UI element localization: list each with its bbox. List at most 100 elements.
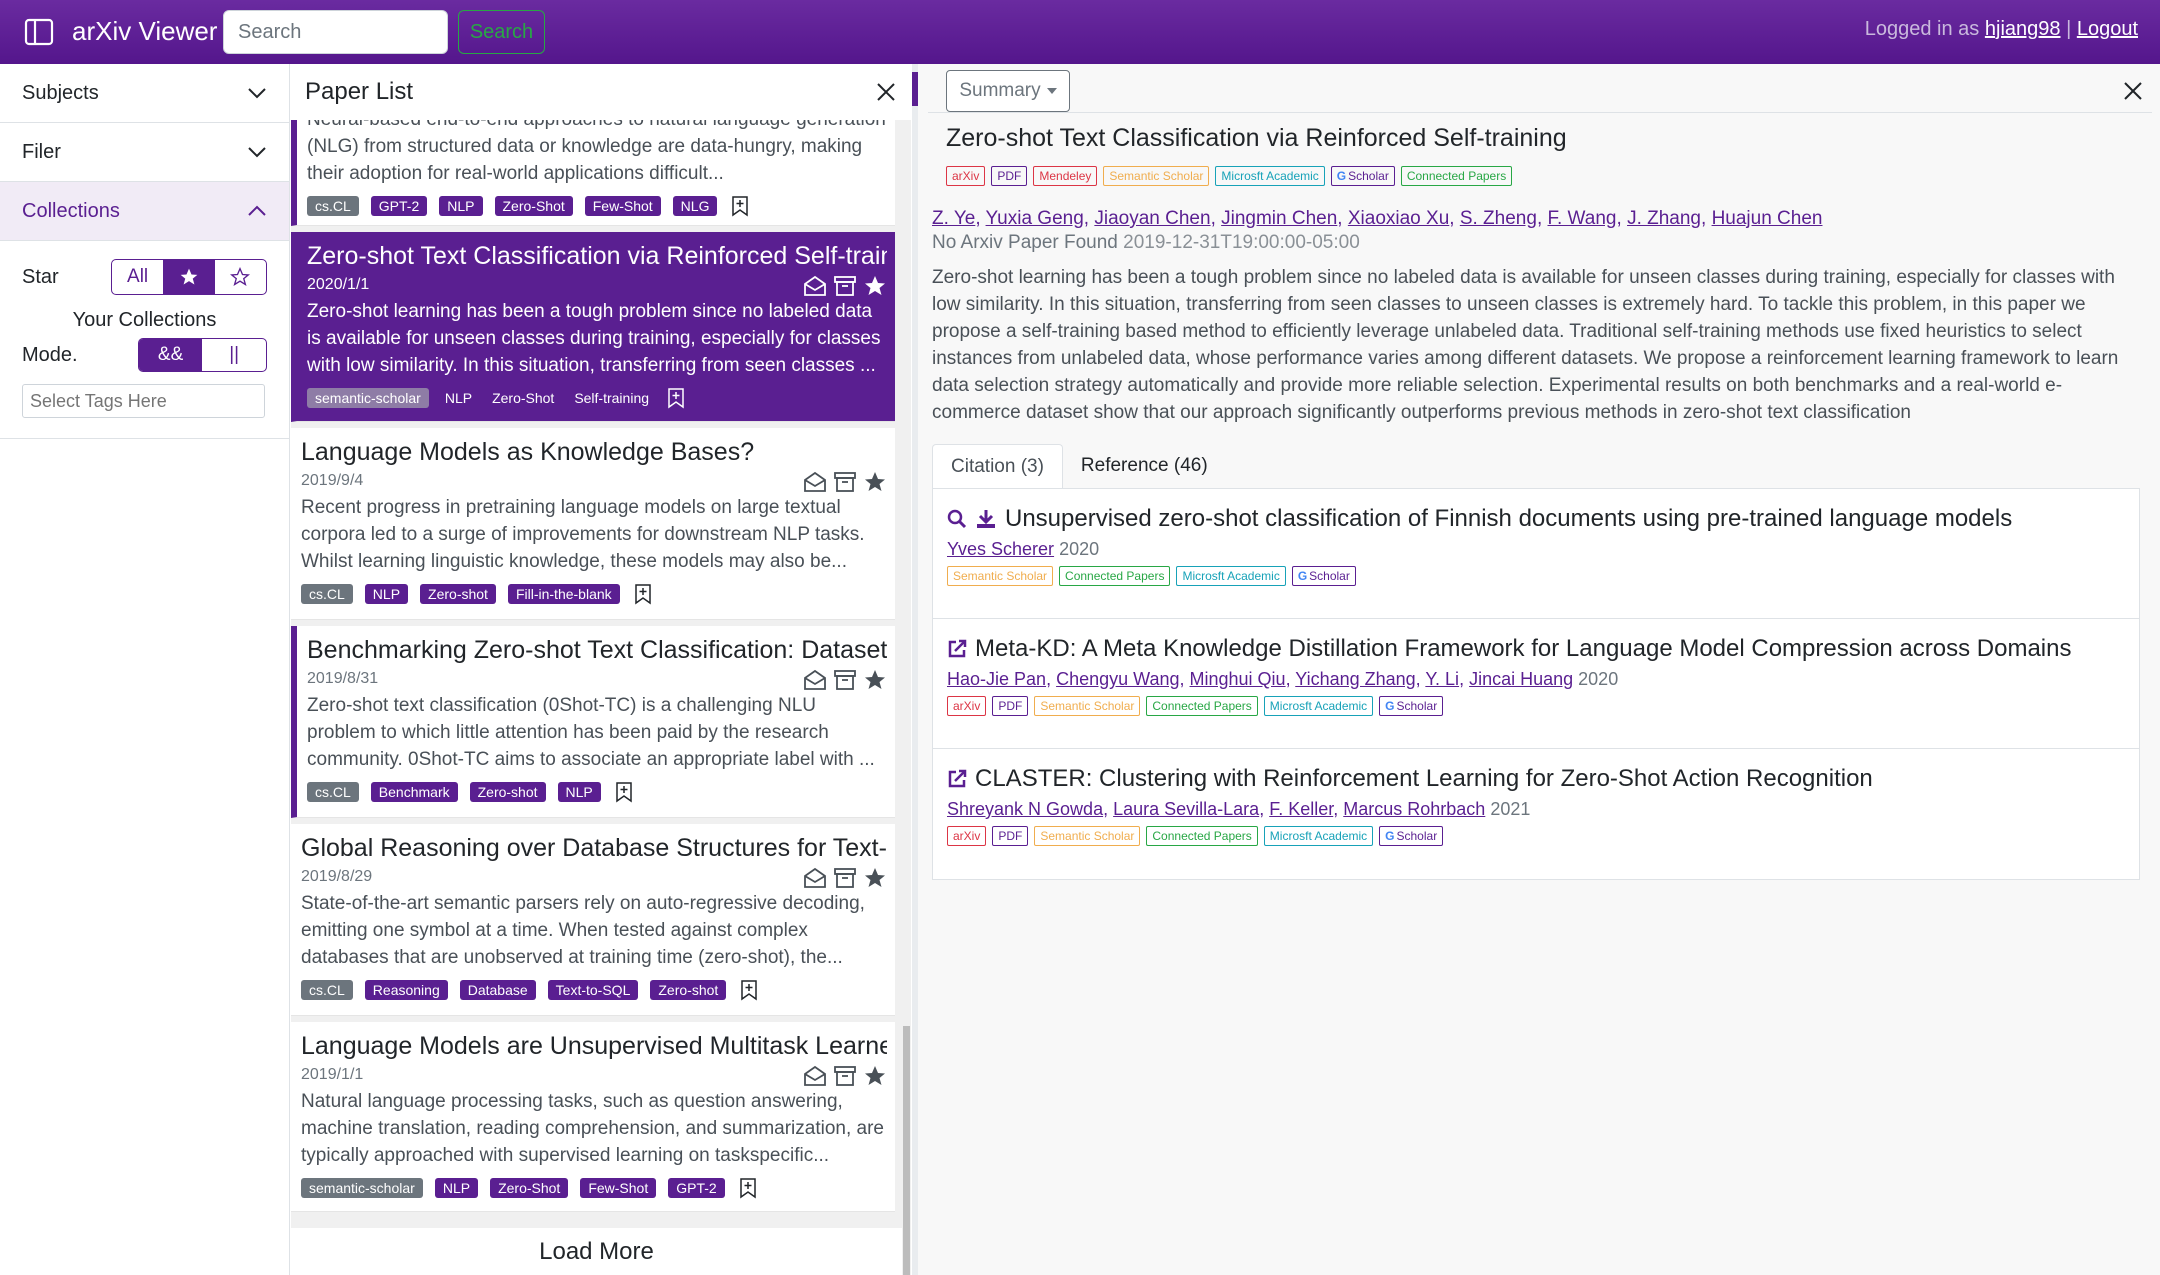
sidebar-toggle-icon[interactable] xyxy=(24,18,54,46)
author-link[interactable]: Huajun Chen xyxy=(1712,208,1823,229)
author-link[interactable]: F. Wang xyxy=(1548,208,1617,229)
star-filter-all[interactable]: All xyxy=(112,260,163,294)
add-tag-icon[interactable] xyxy=(665,387,687,409)
mail-icon[interactable] xyxy=(803,866,827,890)
paper-card[interactable]: Global Reasoning over Database Structure… xyxy=(291,824,895,1016)
add-tag-icon[interactable] xyxy=(738,979,760,1001)
paper-card[interactable]: Benchmarking Zero-shot Text Classificati… xyxy=(291,626,895,818)
author-link[interactable]: Minghui Qiu xyxy=(1190,669,1286,689)
mail-icon[interactable] xyxy=(803,470,827,494)
archive-icon[interactable] xyxy=(833,1064,857,1088)
arxiv-link[interactable]: arXiv xyxy=(947,826,987,846)
microsoft-academic-link[interactable]: Microsft Academic xyxy=(1215,166,1325,186)
citation-title[interactable]: CLASTER: Clustering with Reinforcement L… xyxy=(975,765,1873,793)
tab-reference[interactable]: Reference (46) xyxy=(1063,444,1226,488)
close-icon[interactable] xyxy=(2122,80,2144,102)
tag[interactable]: NLP xyxy=(557,782,601,802)
paper-card[interactable]: Language Models as Knowledge Bases? 2019… xyxy=(291,428,895,620)
tag[interactable]: Zero-shot xyxy=(650,980,727,1000)
connected-papers-link[interactable]: Connected Papers xyxy=(1400,166,1513,186)
paper-list-scroll[interactable]: Neural-based end-to-end approaches to na… xyxy=(291,120,902,1231)
google-scholar-link[interactable]: G Scholar xyxy=(1379,696,1444,716)
username-link[interactable]: hjiang98 xyxy=(1985,18,2061,40)
tag[interactable]: Few-Shot xyxy=(580,1178,657,1198)
mail-icon[interactable] xyxy=(803,274,827,298)
add-tag-icon[interactable] xyxy=(737,1177,759,1199)
tag[interactable]: Zero-Shot xyxy=(494,196,573,216)
app-title[interactable]: arXiv Viewer xyxy=(72,16,217,47)
load-more-button[interactable]: Load More xyxy=(291,1228,902,1275)
mode-and-button[interactable]: && xyxy=(138,339,203,371)
sidebar-section-collections[interactable]: Collections xyxy=(0,182,289,241)
tag[interactable]: Text-to-SQL xyxy=(547,980,639,1000)
author-link[interactable]: Yuxia Geng xyxy=(986,208,1084,229)
archive-icon[interactable] xyxy=(833,274,857,298)
mail-icon[interactable] xyxy=(803,668,827,692)
tag-select-input[interactable] xyxy=(22,384,265,418)
tag[interactable]: semantic-scholar xyxy=(301,1178,423,1198)
tag[interactable]: semantic-scholar xyxy=(307,388,429,408)
author-link[interactable]: Y. Li xyxy=(1425,669,1459,689)
tag[interactable]: Reasoning xyxy=(364,980,448,1000)
author-link[interactable]: Jingmin Chen xyxy=(1221,208,1337,229)
tag[interactable]: cs.CL xyxy=(307,196,359,216)
pdf-link[interactable]: PDF xyxy=(991,166,1028,186)
tag[interactable]: NLP xyxy=(434,1178,479,1198)
tag[interactable]: GPT-2 xyxy=(668,1178,725,1198)
download-icon[interactable] xyxy=(975,509,997,529)
google-scholar-link[interactable]: G Scholar xyxy=(1379,826,1444,846)
star-icon[interactable] xyxy=(863,1064,887,1088)
paper-card[interactable]: Language Models are Unsupervised Multita… xyxy=(291,1022,895,1212)
external-link-icon[interactable] xyxy=(947,639,967,659)
semantic-scholar-link[interactable]: Semantic Scholar xyxy=(1103,166,1210,186)
add-tag-icon[interactable] xyxy=(613,781,635,803)
semantic-scholar-link[interactable]: Semantic Scholar xyxy=(1034,696,1141,716)
star-icon[interactable] xyxy=(863,274,887,298)
author-link[interactable]: Yichang Zhang xyxy=(1295,669,1415,689)
add-tag-icon[interactable] xyxy=(632,583,654,605)
star-icon[interactable] xyxy=(863,470,887,494)
star-filter-unstarred[interactable] xyxy=(215,260,266,294)
tag[interactable]: Zero-Shot xyxy=(488,388,558,408)
archive-icon[interactable] xyxy=(833,668,857,692)
author-link[interactable]: Shreyank N Gowda xyxy=(947,799,1103,819)
mail-icon[interactable] xyxy=(803,1064,827,1088)
semantic-scholar-link[interactable]: Semantic Scholar xyxy=(947,566,1054,586)
tag[interactable]: Self-training xyxy=(570,388,653,408)
star-filter-starred[interactable] xyxy=(163,260,215,294)
external-link-icon[interactable] xyxy=(947,769,967,789)
pdf-link[interactable]: PDF xyxy=(992,696,1029,716)
author-link[interactable]: Jincai Huang xyxy=(1469,669,1573,689)
tag[interactable]: Benchmark xyxy=(370,782,458,802)
author-link[interactable]: S. Zheng xyxy=(1460,208,1537,229)
connected-papers-link[interactable]: Connected Papers xyxy=(1146,826,1258,846)
semantic-scholar-link[interactable]: Semantic Scholar xyxy=(1034,826,1141,846)
author-link[interactable]: Jiaoyan Chen xyxy=(1094,208,1210,229)
view-dropdown[interactable]: Summary xyxy=(946,70,1070,112)
tag[interactable]: Zero-shot xyxy=(469,782,546,802)
arxiv-link[interactable]: arXiv xyxy=(946,166,986,186)
tag[interactable]: NLP xyxy=(441,388,476,408)
google-scholar-link[interactable]: G Scholar xyxy=(1291,566,1356,586)
author-link[interactable]: Hao-Jie Pan xyxy=(947,669,1046,689)
logout-link[interactable]: Logout xyxy=(2077,18,2138,40)
author-link[interactable]: Marcus Rohrbach xyxy=(1343,799,1485,819)
tag[interactable]: Fill-in-the-blank xyxy=(507,584,620,604)
archive-icon[interactable] xyxy=(833,866,857,890)
close-icon[interactable] xyxy=(875,81,897,103)
search-icon[interactable] xyxy=(947,509,967,529)
tag[interactable]: GPT-2 xyxy=(370,196,428,216)
microsoft-academic-link[interactable]: Microsft Academic xyxy=(1263,826,1374,846)
author-link[interactable]: Xiaoxiao Xu xyxy=(1348,208,1449,229)
tag[interactable]: cs.CL xyxy=(301,584,353,604)
tag[interactable]: NLP xyxy=(439,196,483,216)
citation-title[interactable]: Unsupervised zero-shot classification of… xyxy=(1005,505,2012,533)
pdf-link[interactable]: PDF xyxy=(992,826,1029,846)
sidebar-section-subjects[interactable]: Subjects xyxy=(0,64,289,123)
scrollbar-thumb[interactable] xyxy=(903,1026,910,1275)
tag[interactable]: NLG xyxy=(672,196,718,216)
mendeley-link[interactable]: Mendeley xyxy=(1033,166,1098,186)
star-icon[interactable] xyxy=(863,668,887,692)
search-input[interactable] xyxy=(223,10,448,54)
tag[interactable]: Few-Shot xyxy=(584,196,661,216)
